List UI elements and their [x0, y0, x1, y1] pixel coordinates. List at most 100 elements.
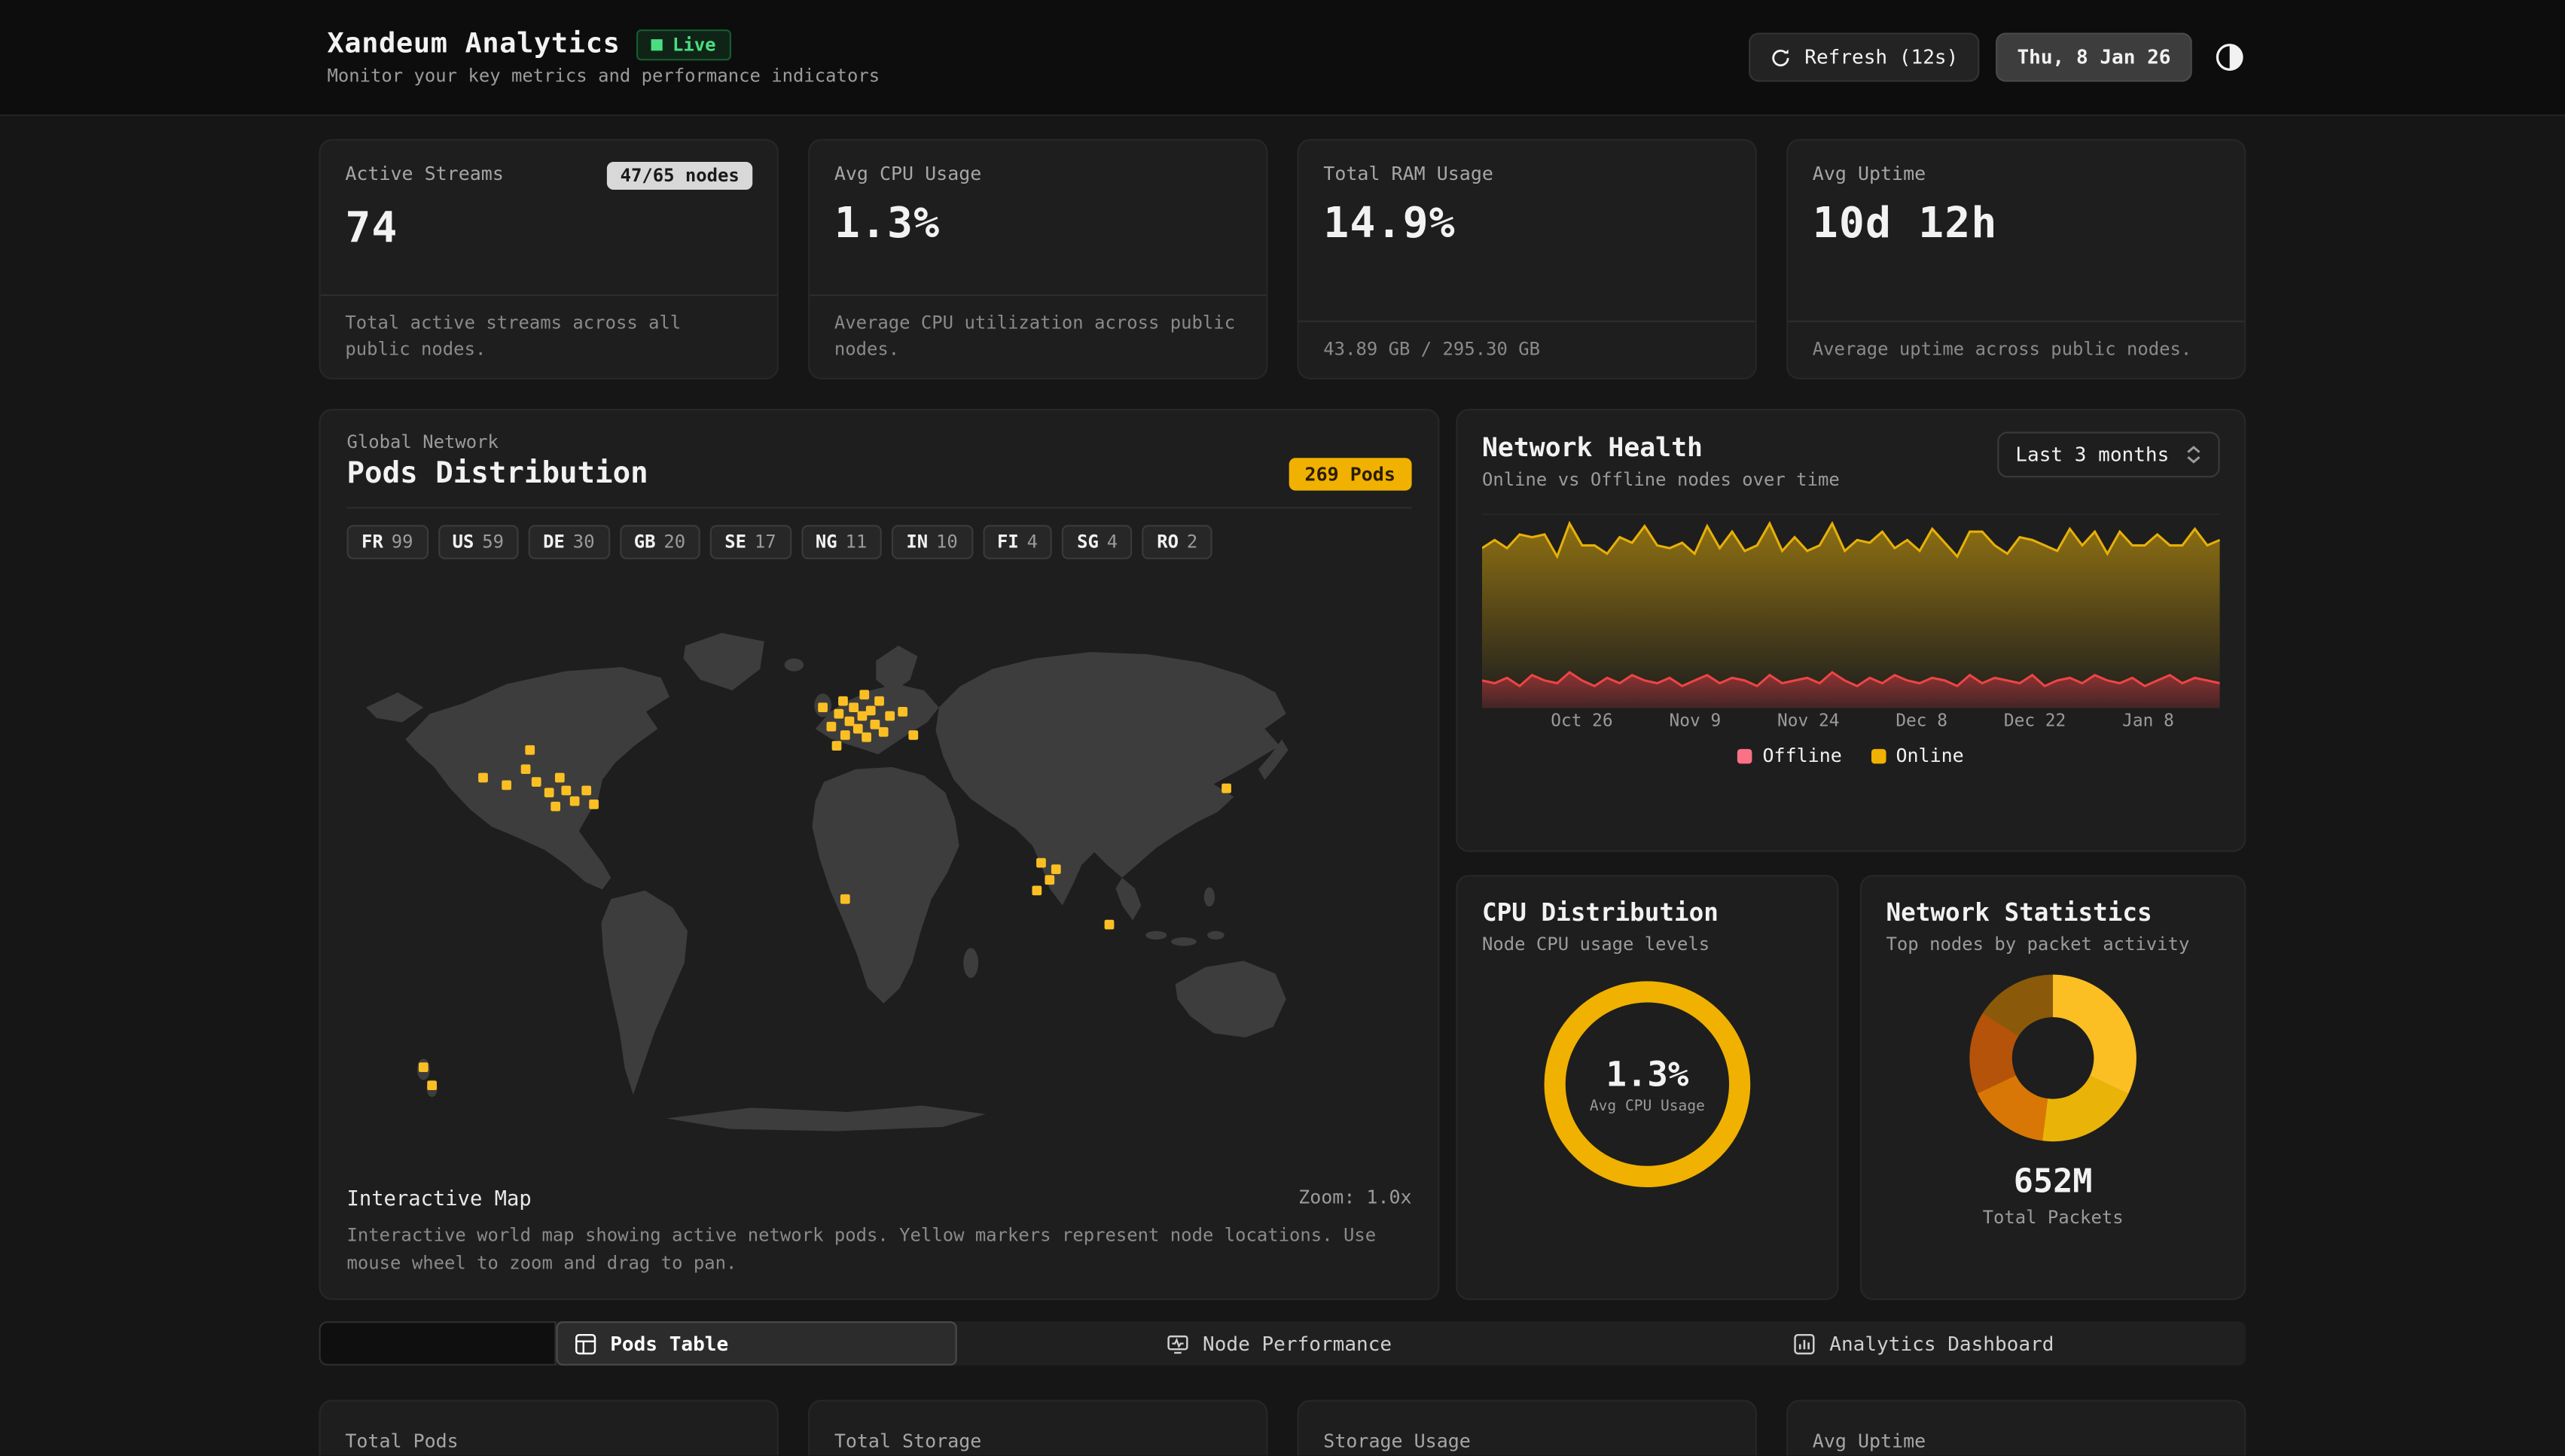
network-health-title: Network Health	[1482, 431, 1840, 462]
contrast-icon	[2215, 42, 2244, 72]
stat-card-total-storage: Total Storage	[808, 1400, 1267, 1455]
tab-label: Node Performance	[1203, 1332, 1392, 1354]
stat-card-avg-uptime-2: Avg Uptime	[1786, 1400, 2246, 1455]
country-code: NG	[816, 532, 837, 553]
tab-pods-table[interactable]: Pods Table	[557, 1321, 957, 1366]
health-chart-svg	[1482, 515, 2220, 708]
app-title: Xandeum Analytics	[327, 28, 620, 60]
map-description: Interactive world map showing active net…	[347, 1221, 1412, 1277]
map-footer-label: Interactive Map	[347, 1186, 532, 1211]
country-chip-de[interactable]: DE 30	[529, 525, 610, 559]
legend-label: Online	[1896, 744, 1963, 766]
stat-label: Avg Uptime	[1813, 1429, 1926, 1451]
stat-description: Average CPU utilization across public no…	[810, 294, 1266, 378]
stat-label: Storage Usage	[1323, 1429, 1471, 1451]
country-chip-sg[interactable]: SG 4	[1063, 525, 1133, 559]
country-count: 4	[1107, 532, 1118, 553]
country-chip-gb[interactable]: GB20	[619, 525, 700, 559]
country-chip-fr[interactable]: FR 99	[347, 525, 429, 559]
country-count: 2	[1187, 532, 1197, 553]
country-chip-se[interactable]: SE17	[710, 525, 791, 559]
tab-analytics-dashboard[interactable]: Analytics Dashboard	[1602, 1321, 2246, 1366]
stat-label: Active Streams	[345, 162, 504, 184]
time-range-select[interactable]: Last 3 months	[1997, 431, 2219, 477]
nodes-count-badge: 47/65 nodes	[607, 162, 752, 190]
tab-node-performance[interactable]: Node Performance	[957, 1321, 1602, 1366]
chart-legend: Offline Online	[1482, 744, 2220, 766]
date-label: Thu, 8 Jan 26	[2017, 46, 2170, 69]
country-chip-in[interactable]: IN 10	[892, 525, 973, 559]
network-health-subtitle: Online vs Offline nodes over time	[1482, 469, 1840, 490]
country-code: FR	[361, 532, 383, 553]
country-chip-ng[interactable]: NG 11	[801, 525, 882, 559]
monitor-activity-icon	[1167, 1332, 1189, 1354]
stat-card-storage-usage: Storage Usage	[1298, 1400, 1757, 1455]
legend-item-offline: Offline	[1738, 744, 1842, 766]
table-filter-input[interactable]	[319, 1321, 557, 1366]
pods-distribution-card: Global Network Pods Distribution 269 Pod…	[319, 409, 1440, 1300]
stat-card-total-ram: Total RAM Usage 14.9% 43.89 GB / 295.30 …	[1298, 139, 1757, 379]
stat-value: 14.9%	[1323, 200, 1731, 248]
live-badge: Live	[636, 29, 730, 59]
header: Xandeum Analytics Live Monitor your key …	[0, 0, 2565, 116]
country-count: 17	[755, 532, 776, 553]
x-tick: Nov 24	[1777, 711, 1839, 731]
refresh-button[interactable]: Refresh (12s)	[1749, 32, 1979, 81]
stat-card-avg-uptime: Avg Uptime 10d 12h Average uptime across…	[1786, 139, 2246, 379]
stat-label: Avg CPU Usage	[834, 162, 982, 184]
country-count: 30	[573, 532, 595, 553]
theme-toggle-button[interactable]	[2208, 36, 2250, 78]
legend-item-online: Online	[1871, 744, 1964, 766]
online-swatch-icon	[1871, 748, 1886, 763]
total-packets-label: Total Packets	[1886, 1207, 2220, 1228]
stat-card-active-streams: Active Streams 47/65 nodes 74 Total acti…	[319, 139, 779, 379]
chevron-up-down-icon	[2185, 445, 2202, 465]
stat-value: 1.3%	[834, 200, 1242, 248]
stat-label: Total Storage	[834, 1429, 982, 1451]
bar-chart-icon	[1794, 1332, 1816, 1354]
refresh-icon	[1770, 47, 1792, 68]
country-code: FI	[997, 532, 1019, 553]
country-count: 10	[936, 532, 958, 553]
stat-description: 43.89 GB / 295.30 GB	[1299, 321, 1755, 378]
x-tick: Dec 22	[2004, 711, 2066, 731]
tab-label: Analytics Dashboard	[1829, 1332, 2054, 1354]
country-count: 99	[392, 532, 413, 553]
divider	[347, 507, 1412, 508]
bottom-tabbar: Pods Table Node Performance Analytics Da…	[319, 1321, 2246, 1366]
pods-title: Pods Distribution	[347, 456, 648, 491]
stat-label: Total RAM Usage	[1323, 162, 1493, 184]
stat-value: 10d 12h	[1813, 200, 2220, 248]
stat-label: Total Pods	[345, 1429, 458, 1451]
country-chip-ro[interactable]: RO2	[1142, 525, 1212, 559]
packets-donut-chart	[1969, 975, 2136, 1142]
country-code: SG	[1077, 532, 1099, 553]
pods-count-badge: 269 Pods	[1289, 457, 1412, 489]
stat-card-avg-cpu: Avg CPU Usage 1.3% Average CPU utilizati…	[808, 139, 1267, 379]
cpu-center-label: Avg CPU Usage	[1590, 1098, 1705, 1115]
cpu-distribution-subtitle: Node CPU usage levels	[1482, 934, 1709, 955]
country-chip-fi[interactable]: FI4	[982, 525, 1052, 559]
country-count: 11	[845, 532, 867, 553]
network-statistics-card: Network Statistics Top nodes by packet a…	[1860, 875, 2246, 1300]
bottom-stats-row: Total Pods Total Storage Storage Usage A…	[319, 1400, 2246, 1455]
x-tick: Dec 8	[1896, 711, 1947, 731]
network-health-chart[interactable]	[1482, 513, 2220, 708]
date-button[interactable]: Thu, 8 Jan 26	[1996, 32, 2191, 81]
refresh-label: Refresh (12s)	[1804, 46, 1958, 69]
country-chip-us[interactable]: US59	[438, 525, 519, 559]
network-statistics-title: Network Statistics	[1886, 898, 2152, 928]
live-dot-icon	[651, 38, 663, 50]
network-statistics-subtitle: Top nodes by packet activity	[1886, 934, 2190, 955]
world-map[interactable]	[347, 569, 1412, 1182]
x-tick: Oct 26	[1551, 711, 1612, 731]
network-health-card: Network Health Online vs Offline nodes o…	[1456, 409, 2246, 852]
stat-description: Total active streams across all public n…	[321, 294, 777, 378]
country-chips: FR99 US59 DE30 GB20 SE17 NG11 IN10 FI4 S…	[347, 525, 1412, 559]
country-code: DE	[543, 532, 565, 553]
stat-card-total-pods: Total Pods	[319, 1400, 779, 1455]
x-tick: Jan 8	[2122, 711, 2174, 731]
country-code: IN	[906, 532, 928, 553]
app-subtitle: Monitor your key metrics and performance…	[327, 65, 880, 87]
dashboard-root: Xandeum Analytics Live Monitor your key …	[0, 0, 2565, 1455]
